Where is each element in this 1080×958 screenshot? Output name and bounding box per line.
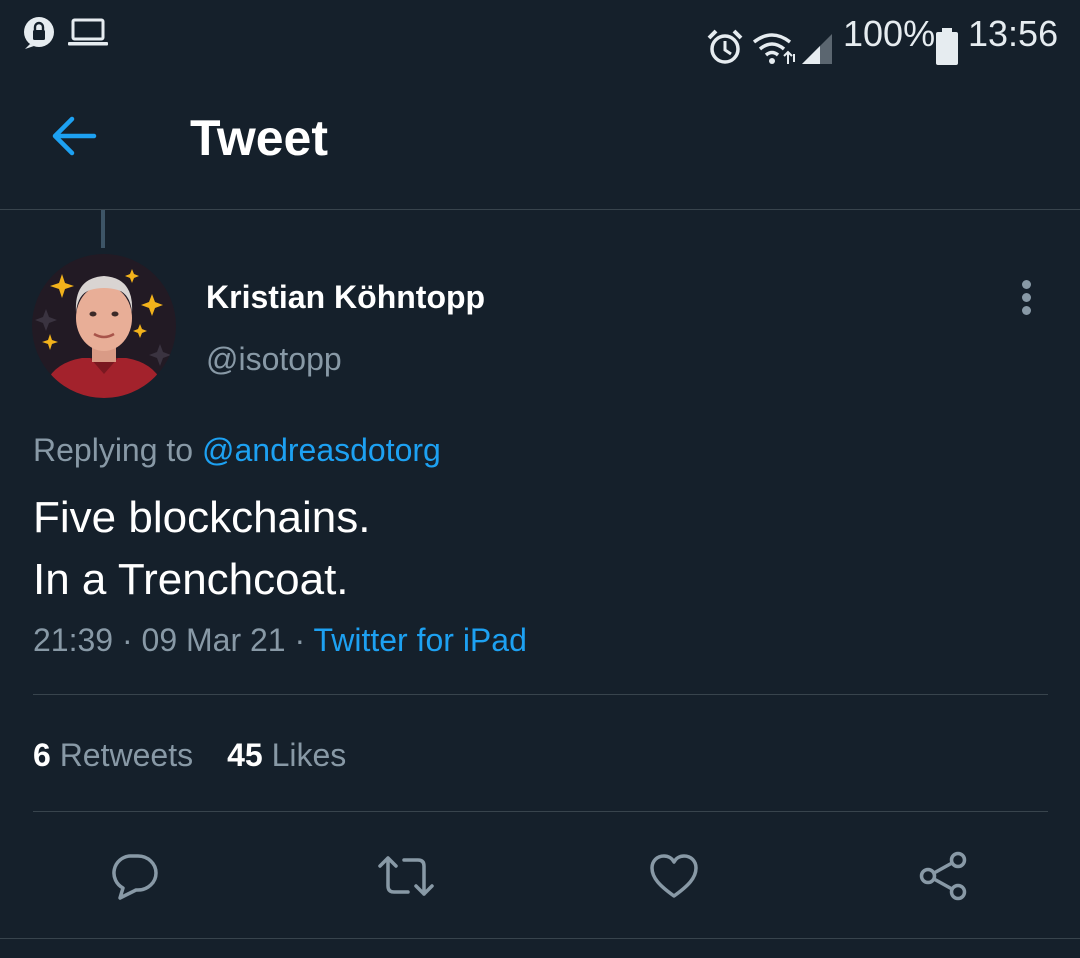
retweet-label: Retweets bbox=[59, 737, 194, 773]
meta-divider bbox=[33, 694, 1048, 695]
replying-to-line: Replying to @andreasdotorg bbox=[33, 430, 441, 470]
tweet-meta: 21:39 · 09 Mar 21 · Twitter for iPad bbox=[33, 620, 527, 660]
meta-separator: · bbox=[294, 622, 306, 658]
share-icon bbox=[919, 851, 967, 901]
like-icon bbox=[650, 854, 698, 898]
share-button[interactable] bbox=[916, 848, 972, 904]
like-count: 45 bbox=[227, 737, 263, 773]
tweet-source[interactable]: Twitter for iPad bbox=[313, 622, 526, 658]
battery-percent: 100% bbox=[843, 13, 936, 54]
replying-prefix: Replying to bbox=[33, 432, 194, 468]
tweet-date: 09 Mar 21 bbox=[141, 622, 286, 658]
actions-divider bbox=[0, 938, 1080, 939]
lock-notification-icon bbox=[24, 17, 54, 49]
like-label: Likes bbox=[271, 737, 347, 773]
tweet-stats: 6 Retweets 45 Likes bbox=[33, 735, 346, 775]
thread-connector-line bbox=[101, 210, 105, 248]
back-button[interactable] bbox=[44, 106, 104, 166]
more-options-button[interactable] bbox=[1012, 278, 1042, 318]
tweet-time: 21:39 bbox=[33, 622, 114, 658]
retweet-count: 6 bbox=[33, 737, 51, 773]
laptop-icon bbox=[68, 18, 108, 46]
more-dot-icon bbox=[1022, 280, 1031, 289]
avatar-image bbox=[32, 254, 176, 398]
page-title: Tweet bbox=[190, 110, 328, 166]
status-time: 13:56 bbox=[968, 13, 1059, 54]
avatar[interactable] bbox=[32, 254, 176, 398]
author-handle[interactable]: @isotopp bbox=[206, 340, 342, 378]
like-button[interactable] bbox=[646, 848, 702, 904]
retweet-button[interactable] bbox=[376, 848, 434, 904]
meta-separator: · bbox=[121, 622, 133, 658]
more-dot-icon bbox=[1022, 293, 1031, 302]
header-divider bbox=[0, 209, 1080, 210]
retweets-stat[interactable]: 6 Retweets bbox=[33, 737, 193, 773]
status-bar: 100% 13:56 bbox=[0, 0, 1080, 66]
retweet-icon bbox=[378, 856, 434, 896]
replying-to-mention[interactable]: @andreasdotorg bbox=[202, 432, 441, 468]
reply-button[interactable] bbox=[106, 848, 162, 904]
likes-stat[interactable]: 45 Likes bbox=[227, 737, 346, 773]
tweet-text: Five blockchains. In a Trenchcoat. bbox=[33, 493, 371, 604]
reply-icon bbox=[112, 854, 158, 900]
author-display-name[interactable]: Kristian Köhntopp bbox=[206, 278, 485, 316]
stats-divider bbox=[33, 811, 1048, 812]
more-dot-icon bbox=[1022, 306, 1031, 315]
app-bar: Tweet bbox=[0, 66, 1080, 209]
arrow-left-icon bbox=[52, 116, 97, 156]
